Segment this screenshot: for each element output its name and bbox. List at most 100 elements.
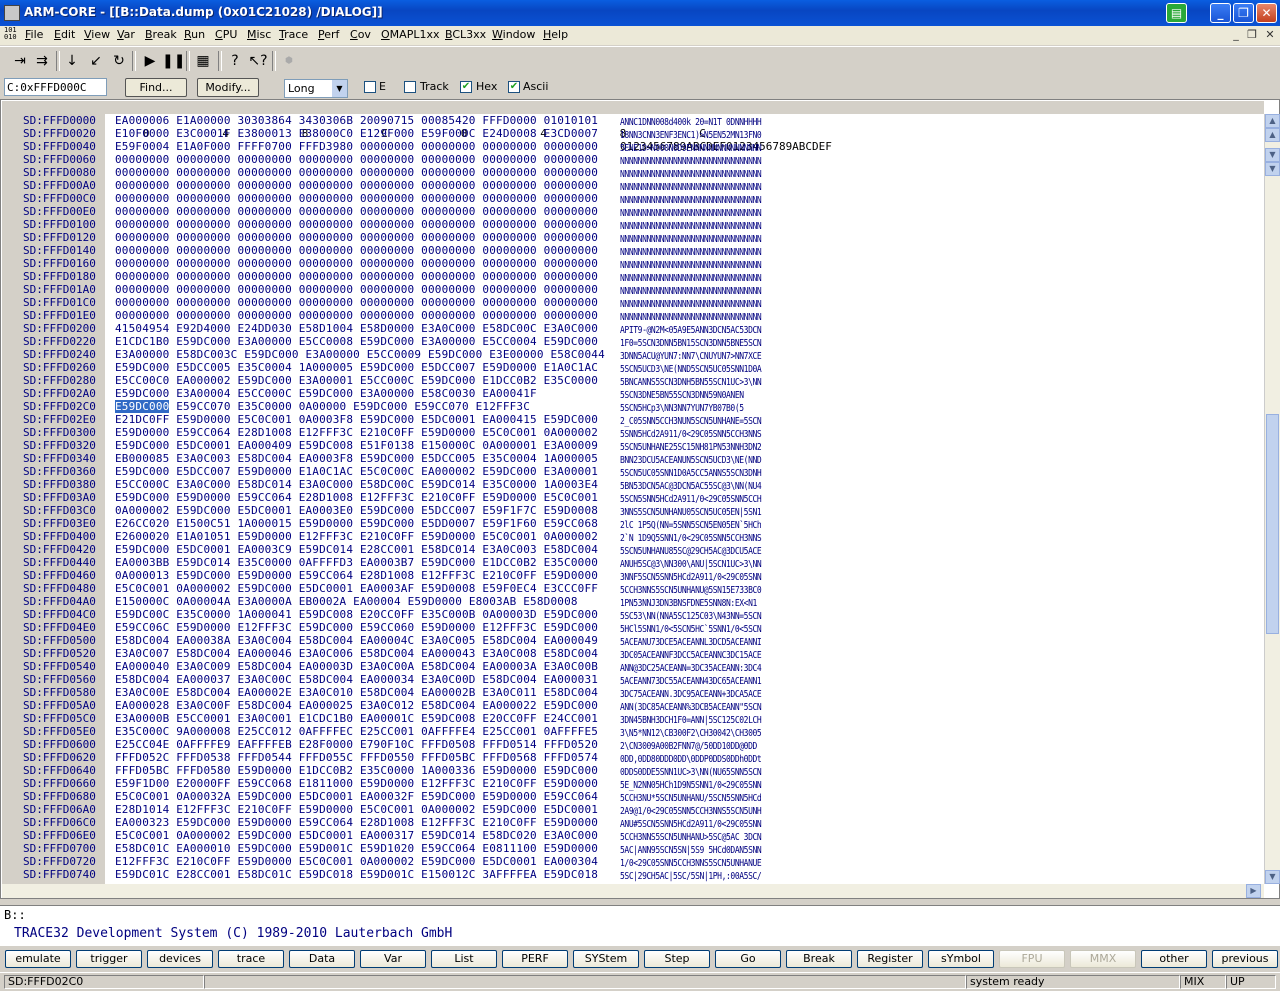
hex-word[interactable]: E3A0C012	[360, 699, 414, 712]
hex-word[interactable]: E3A0C00D	[421, 673, 475, 686]
dump-row[interactable]: SD:FFFD0700 E58DC01C EA000010 E59DC000 E5…	[1, 842, 1263, 855]
hex-word[interactable]: E5DC0001	[176, 543, 230, 556]
hex-word[interactable]: E59DC000	[360, 452, 414, 465]
row-hex-values[interactable]: E59CC06C E59D0000 E12FFF3C E59DC000 E59C…	[115, 621, 598, 634]
softkey-var[interactable]: Var	[360, 950, 426, 968]
hex-word[interactable]: 00000000	[176, 205, 230, 218]
row-hex-values[interactable]: E59DC000 E5DCC007 E59D0000 E1A0C1AC E5C0…	[115, 465, 598, 478]
hex-word[interactable]: E5C0C001	[482, 530, 536, 543]
hex-word[interactable]: FFFD052C	[115, 751, 169, 764]
row-hex-values[interactable]: E12FFF3C E210C0FF E59D0000 E5C0C001 0A00…	[115, 855, 598, 868]
dump-row[interactable]: SD:FFFD05A0 EA000028 E3A0C00F E58DC004 EA…	[1, 699, 1263, 712]
dump-row[interactable]: SD:FFFD0280 E5CC00C0 EA000002 E59DC000 E3…	[1, 374, 1263, 387]
row-hex-values[interactable]: E3A0000B E5CC0001 E3A0C001 E1CDC1B0 EA00…	[115, 712, 598, 725]
hex-word[interactable]: E59D0000	[115, 426, 169, 439]
hex-word[interactable]: E3E00000	[489, 348, 543, 361]
hex-word[interactable]: E59D0000	[482, 764, 536, 777]
row-address[interactable]: SD:FFFD0240	[23, 348, 96, 361]
row-address[interactable]: SD:FFFD04A0	[23, 595, 96, 608]
hex-word[interactable]: FFFD0538	[176, 751, 230, 764]
break-icon[interactable]: ❚❚	[162, 51, 185, 71]
hex-word[interactable]: E3A00000	[306, 348, 360, 361]
hex-word[interactable]: E3A0C003	[176, 452, 230, 465]
dump-row[interactable]: SD:FFFD06A0 E28D1014 E12FFF3C E210C0FF E5…	[1, 803, 1263, 816]
hex-word[interactable]: E3A0C000	[544, 322, 598, 335]
hex-word[interactable]: E12FFF3C	[476, 400, 530, 413]
hex-word[interactable]: E5DCC005	[176, 361, 230, 374]
scroll-up-fast-icon[interactable]: ▲	[1265, 128, 1280, 142]
hex-word[interactable]: 00000000	[176, 296, 230, 309]
step-over-icon[interactable]: ⇉	[32, 51, 52, 71]
hex-word[interactable]: 0A000002	[544, 426, 598, 439]
dump-row[interactable]: SD:FFFD01A0 00000000 00000000 00000000 00…	[1, 283, 1263, 296]
row-hex-values[interactable]: E3A0C00E E58DC004 EA00002E E3A0C010 E58D…	[115, 686, 598, 699]
hex-word[interactable]: E59DC000	[115, 491, 169, 504]
menu-break[interactable]: Break	[145, 28, 177, 41]
hex-word[interactable]: 00000000	[176, 270, 230, 283]
hex-word[interactable]: 0AFFFFEC	[299, 725, 353, 738]
dump-row[interactable]: SD:FFFD0200 41504954 E92D4000 E24DD030 E5…	[1, 322, 1263, 335]
hex-word[interactable]: E5DC0001	[544, 803, 598, 816]
row-address[interactable]: SD:FFFD0440	[23, 556, 96, 569]
hex-word[interactable]: E3A0000A	[237, 595, 291, 608]
row-hex-values[interactable]: 00000000 00000000 00000000 00000000 0000…	[115, 192, 598, 205]
menu-cpu[interactable]: CPU	[215, 28, 237, 41]
hex-word[interactable]: 00000000	[176, 283, 230, 296]
dump-row[interactable]: SD:FFFD04E0 E59CC06C E59D0000 E12FFF3C E5…	[1, 621, 1263, 634]
hex-word[interactable]: E3A0C010	[299, 686, 353, 699]
hex-word[interactable]: E150012C	[421, 868, 475, 881]
hex-word[interactable]: EA000323	[115, 816, 169, 829]
hex-word[interactable]: 00000000	[482, 166, 536, 179]
dump-row[interactable]: SD:FFFD06C0 EA000323 E59DC000 E59D0000 E5…	[1, 816, 1263, 829]
hex-word[interactable]: 00000000	[299, 153, 353, 166]
hex-word[interactable]: E3A0C00A	[360, 660, 414, 673]
menu-cov[interactable]: Cov	[350, 28, 371, 41]
dump-row[interactable]: SD:FFFD0520 E3A0C007 E58DC004 EA000046 E3…	[1, 647, 1263, 660]
hex-word[interactable]: 00000000	[482, 257, 536, 270]
hex-word[interactable]: E59D0000	[421, 530, 475, 543]
hex-word[interactable]: E58DC004	[176, 686, 230, 699]
hex-word[interactable]: 00000000	[176, 192, 230, 205]
selected-hex-word[interactable]: E59DC000	[115, 400, 170, 413]
row-address[interactable]: SD:FFFD0400	[23, 530, 96, 543]
row-address[interactable]: SD:FFFD0660	[23, 777, 96, 790]
row-address[interactable]: SD:FFFD05A0	[23, 699, 96, 712]
hex-word[interactable]: EA000304	[544, 855, 598, 868]
hex-word[interactable]: E3A00000	[237, 335, 291, 348]
dump-row[interactable]: SD:FFFD0240 E3A00000 E58DC003C E59DC000 E…	[1, 348, 1263, 361]
row-address[interactable]: SD:FFFD02E0	[23, 413, 96, 426]
modify-button[interactable]: Modify...	[197, 78, 259, 97]
hex-word[interactable]: EA000046	[237, 647, 291, 660]
hex-word[interactable]: E5C0C001	[115, 829, 169, 842]
hex-word[interactable]: 00000000	[176, 257, 230, 270]
hex-word[interactable]: E58DC004	[482, 634, 536, 647]
row-hex-values[interactable]: EA000040 E3A0C009 E58DC004 EA00003D E3A0…	[115, 660, 598, 673]
row-address[interactable]: SD:FFFD00E0	[23, 205, 96, 218]
hex-word[interactable]: E59DC018	[544, 868, 598, 881]
dump-row[interactable]: SD:FFFD03A0 E59DC000 E59D0000 E59CC064 E2…	[1, 491, 1263, 504]
row-hex-values[interactable]: 00000000 00000000 00000000 00000000 0000…	[115, 270, 598, 283]
hex-word[interactable]: E58DC004	[421, 699, 475, 712]
hex-word[interactable]: FFFD0574	[544, 751, 598, 764]
maximize-button[interactable]: ❐	[1233, 3, 1254, 23]
hex-word[interactable]: E59DC000	[115, 361, 169, 374]
row-address[interactable]: SD:FFFD04E0	[23, 621, 96, 634]
row-address[interactable]: SD:FFFD0100	[23, 218, 96, 231]
hex-word[interactable]: E59CC064	[421, 842, 475, 855]
hex-word[interactable]: E59DC014	[299, 543, 353, 556]
dump-row[interactable]: SD:FFFD0320 E59DC000 E5DC0001 EA000409 E5…	[1, 439, 1263, 452]
hex-word[interactable]: E58C0044	[550, 348, 604, 361]
row-hex-values[interactable]: 00000000 00000000 00000000 00000000 0000…	[115, 166, 598, 179]
hex-word[interactable]: E5CC0009	[367, 348, 421, 361]
dump-row[interactable]: SD:FFFD0380 E5CC000C E3A0C000 E58DC014 E3…	[1, 478, 1263, 491]
hex-word[interactable]: EB000085	[115, 452, 169, 465]
hex-word[interactable]: E58C0030	[421, 387, 475, 400]
hex-word[interactable]: E59DC000	[237, 790, 291, 803]
hex-word[interactable]: E59DC000	[421, 374, 475, 387]
hex-word[interactable]: E5C0C001	[482, 426, 536, 439]
hex-word[interactable]: E59D0000	[237, 764, 291, 777]
hex-word[interactable]: E1500C51	[176, 517, 230, 530]
hex-word[interactable]: EA00001C	[360, 712, 414, 725]
hex-word[interactable]: 00000000	[421, 140, 475, 153]
hex-word[interactable]: E3A00009	[544, 439, 598, 452]
